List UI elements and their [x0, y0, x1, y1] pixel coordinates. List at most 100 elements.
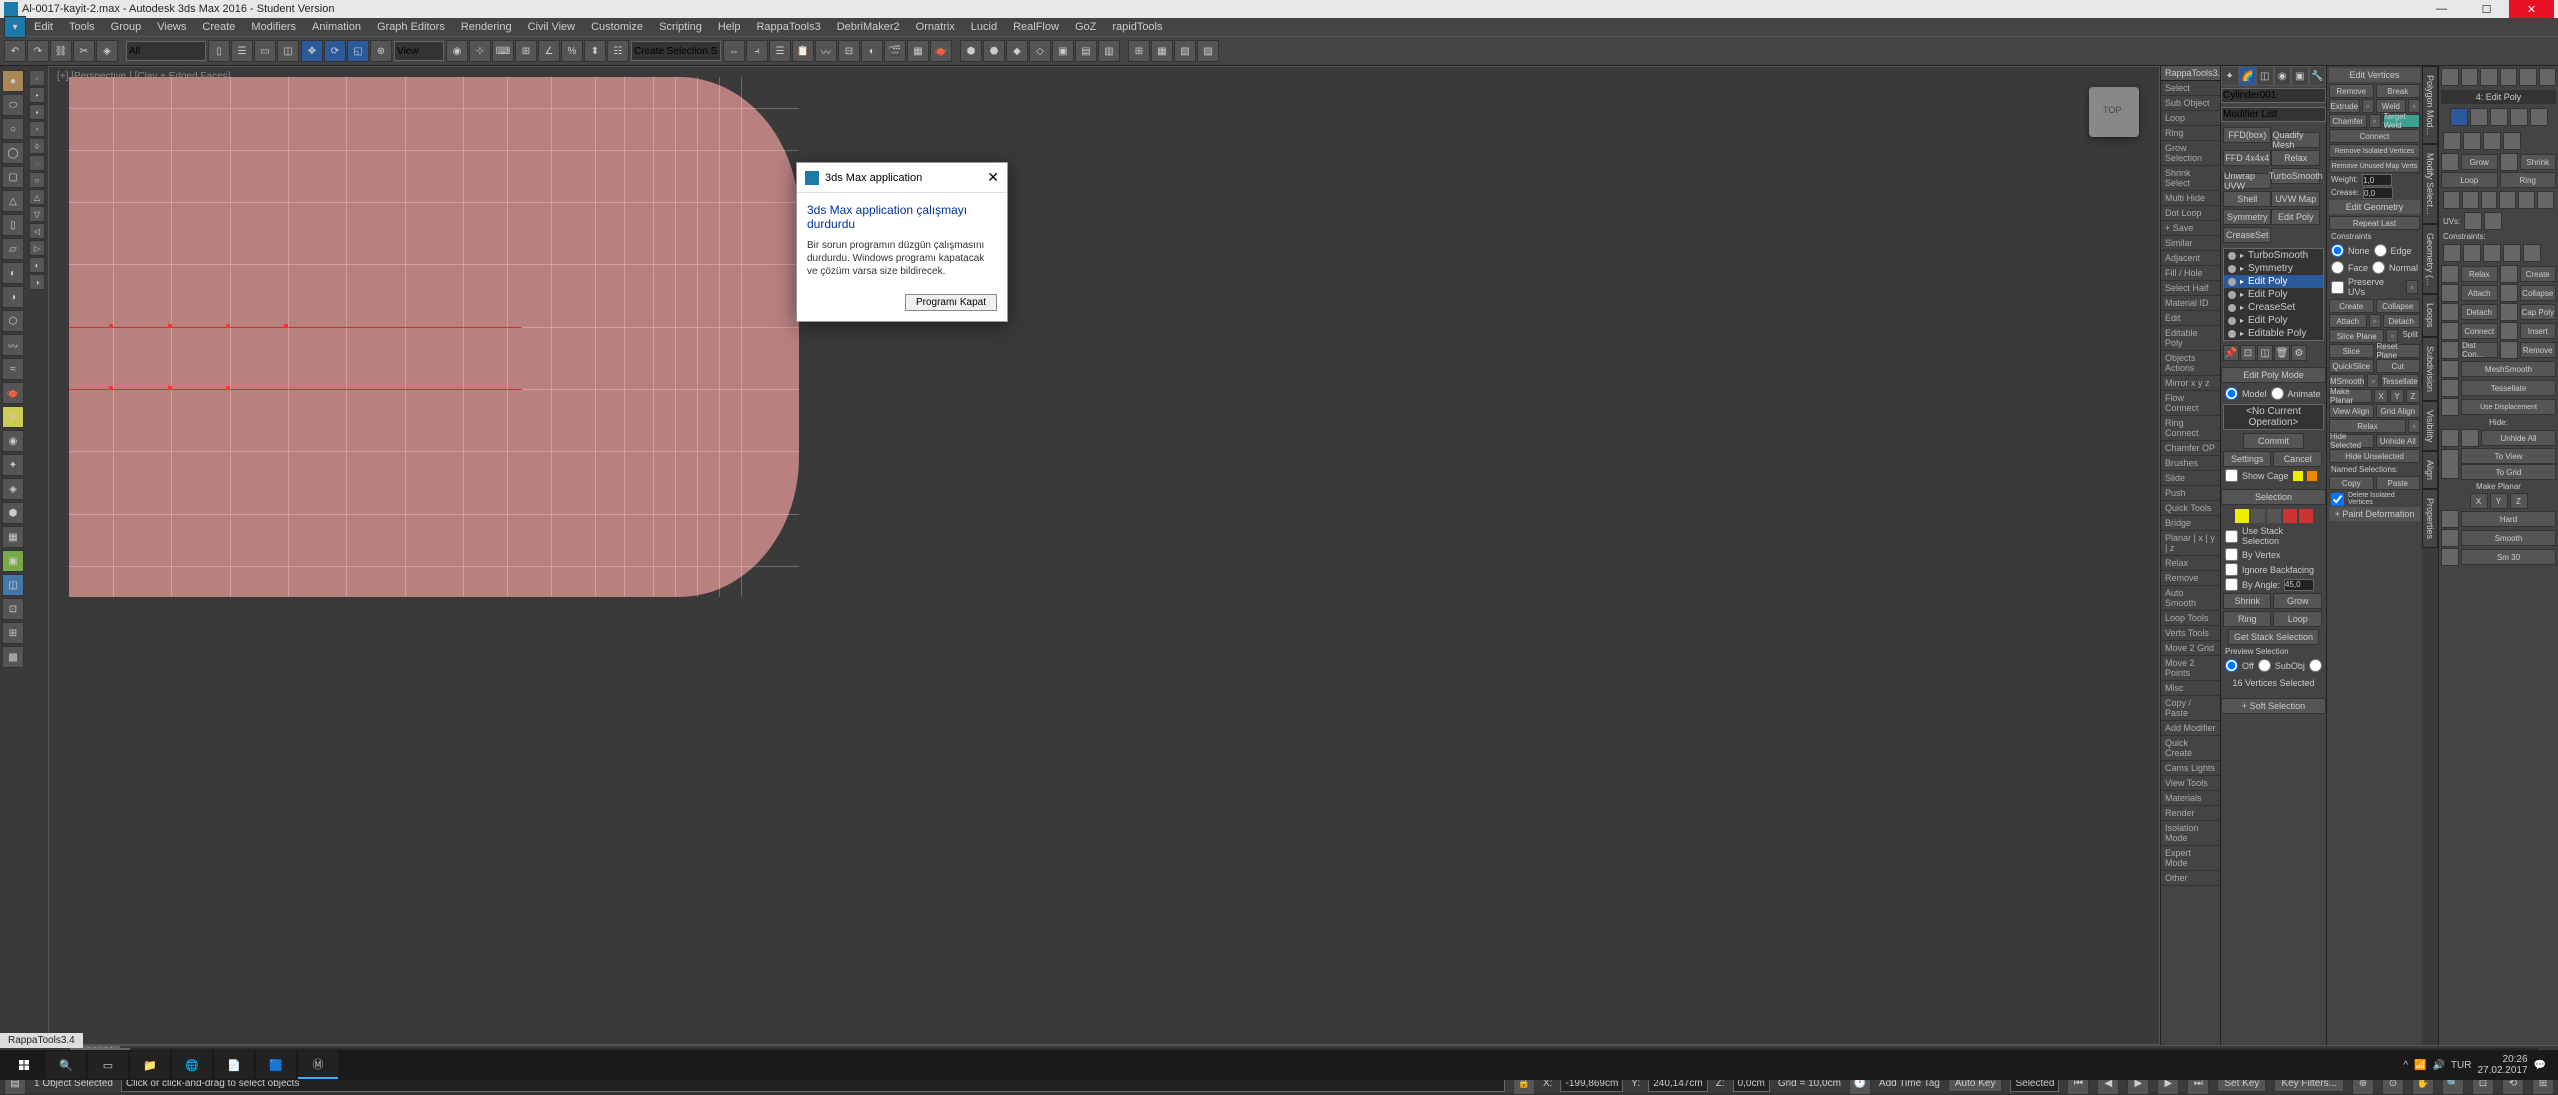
language-indicator[interactable]: TUR: [2451, 1060, 2472, 1071]
remove-unused-map-button[interactable]: Remove Unused Map Verts: [2329, 159, 2420, 173]
capsule-icon[interactable]: ⬭: [2, 94, 24, 116]
rappa-item[interactable]: Ring Connect: [2161, 416, 2220, 441]
vertex-subobj-icon[interactable]: [2235, 509, 2249, 523]
tool-icon[interactable]: ▦: [2, 526, 24, 548]
del-iso-check[interactable]: [2331, 493, 2344, 506]
tool-icon[interactable]: ◌: [29, 155, 45, 171]
split-check[interactable]: ▫: [2386, 329, 2398, 343]
msmooth-icon[interactable]: [2441, 360, 2459, 378]
collapse-button[interactable]: Collapse: [2520, 285, 2557, 301]
hierarchy-tab-icon[interactable]: ◫: [2256, 66, 2274, 86]
rappa-item[interactable]: Remove: [2161, 571, 2220, 586]
modifier-button[interactable]: Unwrap UVW: [2223, 173, 2271, 189]
rappa-item[interactable]: Select Half: [2161, 281, 2220, 296]
spinner-snap-icon[interactable]: ⬍: [584, 40, 606, 62]
sm30-button[interactable]: Sm 30: [2461, 549, 2556, 565]
animate-radio[interactable]: [2271, 387, 2284, 400]
ribbon-icon[interactable]: [2518, 191, 2535, 209]
show-cage-check[interactable]: [2225, 469, 2238, 482]
layer-explorer-icon[interactable]: 📋: [792, 40, 814, 62]
modifier-button[interactable]: Quadify Mesh: [2271, 132, 2319, 148]
named-selection-dropdown[interactable]: [631, 41, 721, 61]
keyboard-icon[interactable]: ⌨: [492, 40, 514, 62]
pin-stack-icon[interactable]: 📌: [2223, 345, 2239, 361]
window-crossing-icon[interactable]: ◫: [277, 40, 299, 62]
hide-sel-button[interactable]: Hide Selected: [2329, 434, 2374, 448]
remove-button[interactable]: Remove: [2329, 84, 2374, 98]
shrink-icon[interactable]: [2500, 153, 2518, 171]
border-mode-icon[interactable]: [2490, 108, 2508, 126]
tray-chevron-icon[interactable]: ^: [2403, 1060, 2408, 1071]
view-cube[interactable]: [2089, 87, 2139, 137]
search-icon[interactable]: 🔍: [46, 1051, 86, 1079]
dist-con-button[interactable]: Dist Con...: [2461, 342, 2498, 358]
make-unique-icon[interactable]: ◫: [2257, 345, 2273, 361]
percent-snap-icon[interactable]: %: [561, 40, 583, 62]
chrome-icon[interactable]: 🌐: [172, 1051, 212, 1079]
render-frame-icon[interactable]: ▦: [907, 40, 929, 62]
settings-button[interactable]: Settings: [2223, 451, 2271, 467]
by-vertex-check[interactable]: [2225, 548, 2238, 561]
schematic-icon[interactable]: ⊟: [838, 40, 860, 62]
cone-icon[interactable]: △: [2, 190, 24, 212]
tool-icon[interactable]: ⊞: [2, 622, 24, 644]
menu-item[interactable]: Edit: [26, 21, 61, 33]
quickslice-button[interactable]: QuickSlice: [2329, 359, 2374, 373]
rappa-item[interactable]: Loop: [2161, 111, 2220, 126]
unlink-icon[interactable]: ✂: [73, 40, 95, 62]
loop-button[interactable]: Loop: [2273, 611, 2321, 627]
notifications-icon[interactable]: 💬: [2534, 1060, 2546, 1071]
get-stack-sel-button[interactable]: Get Stack Selection: [2228, 629, 2319, 645]
polygon-subobj-icon[interactable]: [2283, 509, 2297, 523]
rappa-item[interactable]: Loop Tools: [2161, 611, 2220, 626]
tool-icon[interactable]: ◉: [2, 430, 24, 452]
edit-named-sel-icon[interactable]: ☷: [607, 40, 629, 62]
detach-button[interactable]: Detach: [2383, 314, 2421, 328]
ribbon-icon[interactable]: [2499, 191, 2516, 209]
menu-item[interactable]: GoZ: [1067, 21, 1104, 33]
paste-sel-button[interactable]: Paste: [2376, 476, 2421, 490]
meshsmooth-button[interactable]: MeshSmooth: [2461, 361, 2556, 377]
tool-icon[interactable]: ⬣: [983, 40, 1005, 62]
rappa-tools-tag[interactable]: RappaTools3.4: [0, 1033, 83, 1048]
link-icon[interactable]: ⛓: [50, 40, 72, 62]
rappa-item[interactable]: Select: [2161, 81, 2220, 96]
paint-deformation-rollout[interactable]: + Paint Deformation: [2329, 507, 2420, 521]
mirror-icon[interactable]: ⇔: [723, 40, 745, 62]
collapse-icon[interactable]: [2500, 284, 2518, 302]
break-button[interactable]: Break: [2376, 84, 2421, 98]
edit-poly-mode-rollout[interactable]: Edit Poly Mode: [2221, 367, 2326, 383]
menu-item[interactable]: Lucid: [963, 21, 1005, 33]
menu-item[interactable]: Help: [710, 21, 749, 33]
modifier-stack-item[interactable]: ▸Edit Poly: [2224, 275, 2323, 288]
cap-poly-button[interactable]: Cap Poly: [2520, 304, 2557, 320]
remove-button[interactable]: Remove: [2520, 342, 2557, 358]
placement-icon[interactable]: ⊕: [370, 40, 392, 62]
rappa-item[interactable]: Cams Lights: [2161, 761, 2220, 776]
display-tab-icon[interactable]: ▣: [2291, 66, 2309, 86]
teapot-icon[interactable]: 🫖: [2, 382, 24, 404]
rappa-item[interactable]: Quick Tools: [2161, 501, 2220, 516]
insert-icon[interactable]: [2500, 322, 2518, 340]
weld-button[interactable]: Weld: [2376, 99, 2407, 113]
tess-icon[interactable]: [2441, 379, 2459, 397]
dist-icon[interactable]: [2441, 341, 2459, 359]
minimize-button[interactable]: —: [2419, 0, 2464, 18]
tool-icon[interactable]: ◐: [2, 262, 24, 284]
material-editor-icon[interactable]: ◐: [861, 40, 883, 62]
create-button[interactable]: Create: [2329, 299, 2374, 313]
ribbon-icon[interactable]: [2483, 132, 2501, 150]
modifier-stack-item[interactable]: ▸TurboSmooth: [2224, 249, 2323, 262]
rappa-item[interactable]: Render: [2161, 806, 2220, 821]
attach-button[interactable]: Attach: [2329, 314, 2367, 328]
tool-icon[interactable]: ⊡: [2, 598, 24, 620]
render-setup-icon[interactable]: 🎬: [884, 40, 906, 62]
clock[interactable]: 20:26 27.02.2017: [2477, 1054, 2527, 1076]
grid-icon[interactable]: ⊞: [1128, 40, 1150, 62]
modifier-button[interactable]: FFD(box): [2223, 127, 2271, 143]
torus-icon[interactable]: ◯: [2, 142, 24, 164]
pivot-icon[interactable]: ◉: [446, 40, 468, 62]
ribbon-icon[interactable]: [2537, 191, 2554, 209]
rappa-item[interactable]: Relax: [2161, 556, 2220, 571]
tool-icon[interactable]: ◐: [29, 257, 45, 273]
